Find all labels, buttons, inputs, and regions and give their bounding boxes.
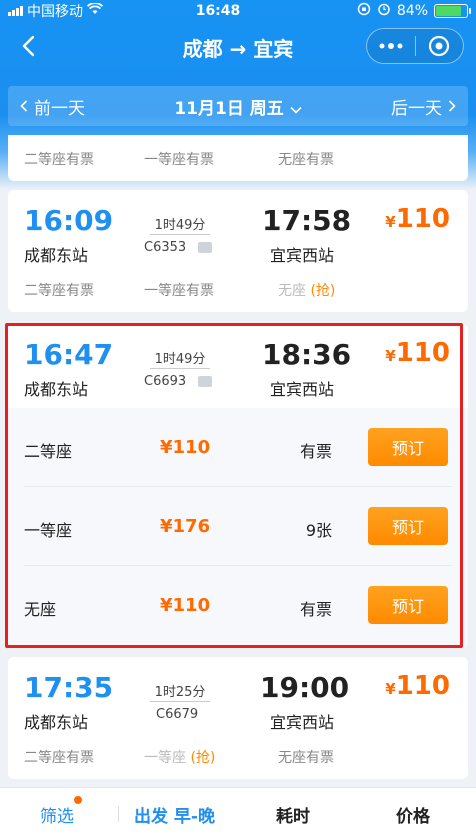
travel-duration: 1时49分 <box>154 352 206 367</box>
duration-line <box>150 368 210 369</box>
currency-symbol: ¥ <box>385 347 396 365</box>
rotation-lock-icon <box>357 2 371 20</box>
departure-station: 成都东站 <box>24 380 89 399</box>
departure-time: 17:35 <box>24 671 114 704</box>
next-day-label: 后一天 <box>391 98 442 119</box>
arrival-time: 17:58 <box>262 204 352 237</box>
wifi-icon <box>86 2 104 19</box>
tab-sort-price[interactable]: 价格 <box>396 802 430 827</box>
alarm-icon <box>377 2 391 20</box>
prev-day-label: 前一天 <box>34 98 85 119</box>
seat-availability: 有票 <box>299 600 332 619</box>
date-selector: 前一天 11月1日 周五 后一天 <box>8 86 468 126</box>
seat-price: ¥110 <box>160 437 211 458</box>
travel-duration: 1时25分 <box>154 685 206 700</box>
target-circle-icon <box>429 35 450 57</box>
seat-price: ¥110 <box>160 595 211 616</box>
duration-line <box>150 701 210 702</box>
status-bar: 中国移动 16:48 84% <box>0 0 476 22</box>
seat-summary: 无座有票 <box>278 750 334 766</box>
chevron-right-icon <box>448 100 456 112</box>
grab-ticket-label: (抢) <box>310 283 336 299</box>
book-button[interactable]: 预订 <box>368 507 448 545</box>
seat-summary: 二等座有票 <box>24 750 94 766</box>
back-button[interactable] <box>12 30 44 62</box>
seat-option-row: 一等座 ¥176 9张 预订 <box>8 487 468 566</box>
seat-summary-label: 无座 <box>278 283 306 299</box>
departure-time: 16:09 <box>24 204 114 237</box>
arrival-station: 宜宾西站 <box>270 713 335 732</box>
price: ¥110 <box>385 338 450 368</box>
chevron-left-icon <box>20 100 28 112</box>
travel-duration: 1时49分 <box>154 218 206 233</box>
price: ¥110 <box>385 671 450 701</box>
battery-percent: 84% <box>396 3 428 19</box>
bottom-tab-bar: 筛选 出发 早-晚 耗时 价格 <box>0 787 476 837</box>
battery-icon <box>434 4 471 18</box>
seat-summary: 一等座有票 <box>144 152 214 168</box>
train-card-expanded[interactable]: 16:47 成都东站 1时49分 C6693 18:36 宜宾西站 ¥110 二… <box>8 324 468 648</box>
seat-availability: 9张 <box>305 521 332 540</box>
id-card-icon <box>198 376 212 387</box>
close-mini-program-button[interactable] <box>416 29 464 63</box>
price-value: 110 <box>395 204 450 234</box>
arrival-station: 宜宾西站 <box>270 246 335 265</box>
train-card[interactable]: 16:09 成都东站 1时49分 C6353 17:58 宜宾西站 ¥110 二… <box>8 190 468 312</box>
current-date-button[interactable]: 11月1日 周五 <box>174 98 302 119</box>
grab-ticket-label: (抢) <box>190 750 216 766</box>
seat-type: 二等座 <box>24 442 73 461</box>
seat-summary: 无座 (抢) <box>278 280 335 300</box>
id-card-icon <box>198 242 212 253</box>
seat-option-row: 二等座 ¥110 有票 预订 <box>8 408 468 487</box>
duration-line <box>150 234 210 235</box>
next-day-button[interactable]: 后一天 <box>391 94 456 119</box>
seat-summary: 一等座有票 <box>144 283 214 299</box>
arrival-time: 19:00 <box>260 671 350 704</box>
tab-sort-duration[interactable]: 耗时 <box>276 802 310 827</box>
chevron-down-icon <box>290 106 302 114</box>
tab-divider <box>118 806 119 822</box>
currency-symbol: ¥ <box>385 213 396 231</box>
seat-price: ¥176 <box>160 516 211 537</box>
tab-sort-departure[interactable]: 出发 早-晚 <box>134 802 215 827</box>
seat-summary: 二等座有票 <box>24 283 94 299</box>
more-button[interactable] <box>367 29 415 63</box>
seat-availability: 有票 <box>299 442 332 461</box>
more-dots-icon <box>379 43 403 49</box>
arrival-station: 宜宾西站 <box>270 380 335 399</box>
train-number: C6693 <box>144 374 187 389</box>
departure-station: 成都东站 <box>24 713 89 732</box>
current-date-label: 11月1日 周五 <box>174 98 284 119</box>
train-card-partial[interactable]: 二等座有票 一等座有票 无座有票 <box>8 135 468 181</box>
train-card[interactable]: 17:35 成都东站 1时25分 C6679 19:00 宜宾西站 ¥110 二… <box>8 657 468 779</box>
prev-day-button[interactable]: 前一天 <box>20 94 85 119</box>
nav-bar: 成都 → 宜宾 <box>0 22 476 70</box>
departure-time: 16:47 <box>24 338 114 371</box>
currency-symbol: ¥ <box>385 680 396 698</box>
status-time: 16:48 <box>195 3 241 19</box>
carrier-name: 中国移动 <box>27 4 83 20</box>
tab-filter[interactable]: 筛选 <box>40 802 74 827</box>
seat-option-row: 无座 ¥110 有票 预订 <box>8 566 468 645</box>
book-button[interactable]: 预订 <box>368 586 448 624</box>
price-value: 110 <box>395 338 450 368</box>
arrival-time: 18:36 <box>262 338 352 371</box>
signal-icon <box>8 6 23 16</box>
price-value: 110 <box>395 671 450 701</box>
chevron-left-icon <box>22 35 35 57</box>
seat-summary: 二等座有票 <box>24 152 94 168</box>
price: ¥110 <box>385 204 450 234</box>
train-number: C6353 <box>144 240 187 255</box>
seat-summary: 一等座 (抢) <box>144 747 215 767</box>
seat-type: 一等座 <box>24 521 73 540</box>
seat-type: 无座 <box>24 600 57 619</box>
mini-program-capsule <box>366 28 464 64</box>
seat-summary-label: 一等座 <box>144 750 186 766</box>
departure-station: 成都东站 <box>24 246 89 265</box>
seat-options: 二等座 ¥110 有票 预订 一等座 ¥176 9张 预订 无座 ¥110 有票… <box>8 408 468 648</box>
book-button[interactable]: 预订 <box>368 428 448 466</box>
notification-dot <box>74 796 82 804</box>
seat-summary: 无座有票 <box>278 152 334 168</box>
train-number: C6679 <box>156 707 199 722</box>
